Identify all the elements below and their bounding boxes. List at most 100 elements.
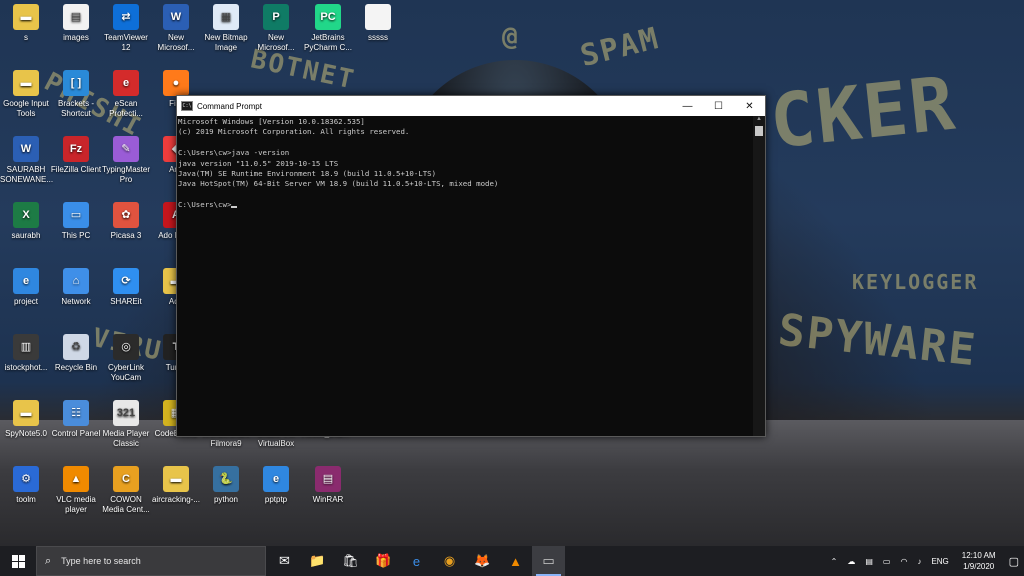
notifications-icon[interactable]: ▢ (1009, 555, 1019, 568)
desktop-icon-images[interactable]: ▤ images (50, 4, 102, 43)
folder-icon: ▬ (163, 466, 189, 492)
desktop-icon-label: JetBrains PyCharm C... (303, 33, 352, 52)
wallpaper-word: KEYLOGGER (852, 270, 979, 294)
scroll-thumb[interactable] (755, 126, 763, 136)
text-cursor (231, 206, 238, 209)
desktop-icon-teamviewer[interactable]: ⇄ TeamViewer 12 (100, 4, 152, 53)
firefox-icon[interactable]: 🦊 (466, 546, 499, 576)
desktop-icon-label: python (213, 495, 239, 504)
language-indicator[interactable]: ENG (931, 557, 948, 566)
battery-icon[interactable]: ▭ (883, 557, 891, 566)
desktop-icon-recycle-bin[interactable]: ♻ Recycle Bin (50, 334, 102, 373)
desktop-icon-brackets[interactable]: [ ] Brackets - Shortcut (50, 70, 102, 119)
start-button[interactable] (0, 546, 36, 576)
doc-icon: ▤ (63, 4, 89, 30)
show-hidden-icons-icon[interactable]: ⌃ (831, 557, 838, 566)
desktop-icon-picasa[interactable]: ✿ Picasa 3 (100, 202, 152, 241)
cowon-icon: C (113, 466, 139, 492)
minimize-button[interactable]: — (672, 96, 703, 116)
desktop-icon-new-word[interactable]: W New Microsof... (150, 4, 202, 53)
console-line: C:\Users\cw>java -version (178, 148, 290, 158)
desktop-icon-spynote[interactable]: ▬ SpyNote5.0 (0, 400, 52, 439)
console-prompt-line[interactable]: C:\Users\cw> (178, 200, 753, 210)
console-line: (c) 2019 Microsoft Corporation. All righ… (178, 127, 410, 137)
desktop-icon-project[interactable]: e project (0, 268, 52, 307)
desktop-icon-label: New Microsof... (157, 33, 195, 52)
cmd-scrollbar[interactable]: ▲ (753, 116, 765, 436)
cmd-console-output[interactable]: Microsoft Windows [Version 10.0.18362.53… (177, 116, 753, 436)
toolm-icon: ⚙ (13, 466, 39, 492)
command-prompt-window[interactable]: C:\ Command Prompt — ☐ ✕ Microsoft Windo… (176, 95, 766, 437)
pycharm-icon: PC (315, 4, 341, 30)
desktop-icon-cowon[interactable]: C COWON Media Cent... (100, 466, 152, 515)
scroll-up-icon[interactable]: ▲ (753, 116, 765, 126)
publisher-icon: P (263, 4, 289, 30)
desktop-icon-saurabh-xls[interactable]: Xsaurabh (0, 202, 52, 241)
mail-icon[interactable]: ✉ (268, 546, 301, 576)
console-line: java version "11.0.5" 2019-10-15 LTS (178, 158, 339, 168)
blank-icon (365, 4, 391, 30)
python-icon: 🐍 (213, 466, 239, 492)
vlc-icon[interactable]: ▲ (499, 546, 532, 576)
desktop-icon-escan[interactable]: e eScan Protecti... (100, 70, 152, 119)
search-placeholder: Type here to search (61, 556, 141, 566)
edge-icon: e (263, 466, 289, 492)
brackets-icon: [ ] (63, 70, 89, 96)
chrome-icon[interactable]: ◉ (433, 546, 466, 576)
desktop-icon-filezilla[interactable]: Fz FileZilla Client (50, 136, 102, 175)
network-icon: ⌂ (63, 268, 89, 294)
desktop-icon-sssss[interactable]: sssss (352, 4, 404, 43)
gift-icon[interactable]: 🎁 (367, 546, 400, 576)
volume-icon[interactable]: ♪ (917, 557, 921, 566)
desktop-icon-this-pc[interactable]: ▭ This PC (50, 202, 102, 241)
cmd-titlebar[interactable]: C:\ Command Prompt — ☐ ✕ (177, 96, 765, 116)
desktop-icon-s[interactable]: ▬ s (0, 4, 52, 43)
desktop-icon-vlc[interactable]: ▲ VLC media player (50, 466, 102, 515)
desktop-icon-media-player-classic[interactable]: 321 Media Player Classic (100, 400, 152, 449)
store-icon[interactable]: 🛍 (334, 546, 367, 576)
desktop-icon-winrar[interactable]: ▤ WinRAR (302, 466, 354, 505)
onedrive-icon[interactable]: ☁ (847, 557, 855, 566)
desktop-icon-google-input[interactable]: ▬ Google Input Tools (0, 70, 52, 119)
folder-icon: ▬ (13, 70, 39, 96)
desktop-icon-saurabh-doc[interactable]: W SAURABH SONEWANE... (0, 136, 53, 185)
clock[interactable]: 12:10 AM 1/9/2020 (962, 550, 996, 572)
desktop-icon-label: Picasa 3 (110, 231, 142, 240)
desktop-icon-toolm[interactable]: ⚙ toolm (0, 466, 52, 505)
network-icon[interactable]: ▤ (865, 557, 873, 566)
desktop-icon-label: CyberLink YouCam (107, 363, 144, 382)
desktop-icon-control-panel[interactable]: ☷ Control Panel (50, 400, 102, 439)
file-explorer-icon[interactable]: 📁 (301, 546, 334, 576)
firefox-icon: ● (163, 70, 189, 96)
desktop-icon-label: Brackets - Shortcut (57, 99, 94, 118)
desktop-icon-label: SHAREit (110, 297, 142, 306)
desktop-icon-label: Network (61, 297, 91, 306)
desktop-icon-label: eScan Protecti... (109, 99, 143, 118)
edge-icon: e (13, 268, 39, 294)
desktop-icon-new-publisher[interactable]: P New Microsof... (250, 4, 302, 53)
wifi-icon[interactable]: ◠ (900, 557, 907, 566)
filezilla-icon: Fz (63, 136, 89, 162)
desktop-icon-new-bitmap[interactable]: ▦ New Bitmap Image (200, 4, 252, 53)
folder-icon: ▬ (13, 4, 39, 30)
desktop-icon-pptptp[interactable]: e pptptp (250, 466, 302, 505)
winrar-icon: ▤ (315, 466, 341, 492)
desktop-icon-cyberlink[interactable]: ◎ CyberLink YouCam (100, 334, 152, 383)
desktop-icon-label: Google Input Tools (3, 99, 49, 118)
close-button[interactable]: ✕ (734, 96, 765, 116)
desktop-icon-pycharm[interactable]: PC JetBrains PyCharm C... (302, 4, 354, 53)
desktop-icon-aircrack[interactable]: ▬ aircracking-... (150, 466, 202, 505)
cmd-icon[interactable]: ▭ (532, 546, 565, 576)
desktop-icon-python[interactable]: 🐍 python (200, 466, 252, 505)
desktop-icon-label: New Bitmap Image (204, 33, 248, 52)
edge-icon[interactable]: e (400, 546, 433, 576)
desktop-icon-label: This PC (61, 231, 91, 240)
escan-icon: e (113, 70, 139, 96)
desktop-icon-istockphoto[interactable]: ▥ istockphot... (0, 334, 52, 373)
taskbar-search-box[interactable]: ⌕ Type here to search (36, 546, 266, 576)
maximize-button[interactable]: ☐ (703, 96, 734, 116)
desktop-icon-label: toolm (16, 495, 36, 504)
desktop-icon-typingmaster[interactable]: ✎ TypingMaster Pro (100, 136, 152, 185)
desktop-icon-network[interactable]: ⌂ Network (50, 268, 102, 307)
desktop-icon-shareit[interactable]: ⟳ SHAREit (100, 268, 152, 307)
